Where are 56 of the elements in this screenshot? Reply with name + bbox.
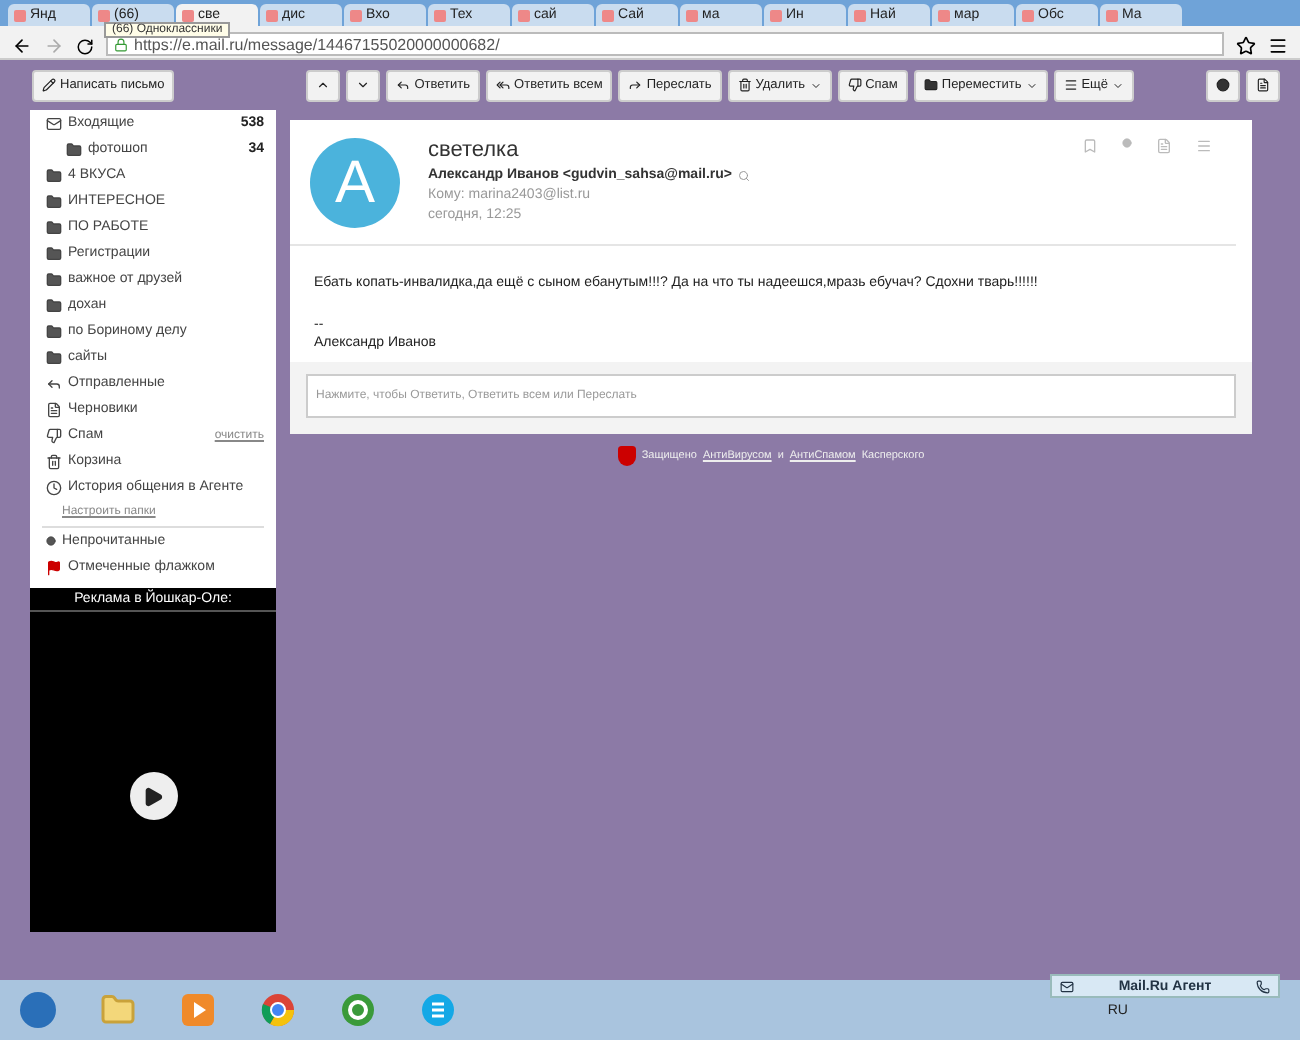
folder-icon: [46, 219, 62, 235]
folder-icon: [46, 271, 62, 287]
folder-icon: [923, 78, 938, 92]
up-icon: [316, 78, 331, 92]
dot-icon: [46, 536, 56, 546]
play-button[interactable]: [129, 772, 177, 820]
circle-icon: [1216, 78, 1231, 92]
menu-icon: [1063, 78, 1078, 92]
reply-icon: [396, 78, 411, 92]
folder-icon: [46, 297, 62, 313]
folder-icon: [46, 245, 62, 261]
play-icon: [142, 785, 164, 807]
caret-icon: [1112, 79, 1125, 91]
avatar: А: [310, 138, 400, 228]
reload-icon[interactable]: [76, 38, 94, 56]
folder-icon: [46, 323, 62, 339]
flag-icon: [46, 559, 62, 575]
dot-icon[interactable]: [1122, 138, 1132, 148]
shield-icon: [617, 446, 636, 466]
trash-icon: [46, 453, 62, 469]
theme-button[interactable]: [1206, 69, 1241, 101]
fullscreen-button[interactable]: [1246, 69, 1281, 101]
star-icon[interactable]: [1236, 36, 1256, 56]
lock-icon: [114, 37, 128, 51]
thumbs-down-icon: [46, 427, 62, 443]
reply-icon: [46, 375, 62, 391]
caret-icon: [1025, 79, 1038, 91]
forward-icon: [628, 78, 643, 92]
phone-icon[interactable]: [1255, 979, 1270, 993]
folder-icon: [66, 141, 82, 157]
bookmark-icon[interactable]: [1082, 138, 1098, 154]
media-player-icon[interactable]: [182, 994, 214, 1026]
next-button[interactable]: [346, 69, 381, 101]
down-icon: [356, 78, 371, 92]
caret-icon: [809, 79, 822, 91]
reply-all-icon: [496, 78, 511, 92]
address-field[interactable]: https://e.mail.ru/message/14467155020000000682/: [106, 32, 1224, 56]
folder-icon: [46, 349, 62, 365]
envelope-icon: [46, 115, 62, 131]
clock-icon: [46, 479, 62, 495]
folder-icon: [46, 193, 62, 209]
forward-icon[interactable]: [44, 36, 64, 56]
thumbs-down-icon: [847, 78, 862, 92]
previous-button[interactable]: [306, 69, 341, 101]
folder-icon: [46, 167, 62, 183]
document-icon: [1256, 78, 1271, 92]
back-icon[interactable]: [12, 36, 32, 56]
envelope-icon: [1060, 979, 1074, 993]
subject: светелка: [428, 138, 521, 162]
search-icon[interactable]: [738, 169, 751, 181]
document-icon[interactable]: [1156, 138, 1172, 154]
menu-icon[interactable]: [1268, 36, 1288, 56]
pencil-icon: [42, 78, 56, 92]
trash-icon: [737, 78, 752, 92]
document-icon: [46, 401, 62, 417]
browser-icon[interactable]: [260, 992, 296, 1028]
